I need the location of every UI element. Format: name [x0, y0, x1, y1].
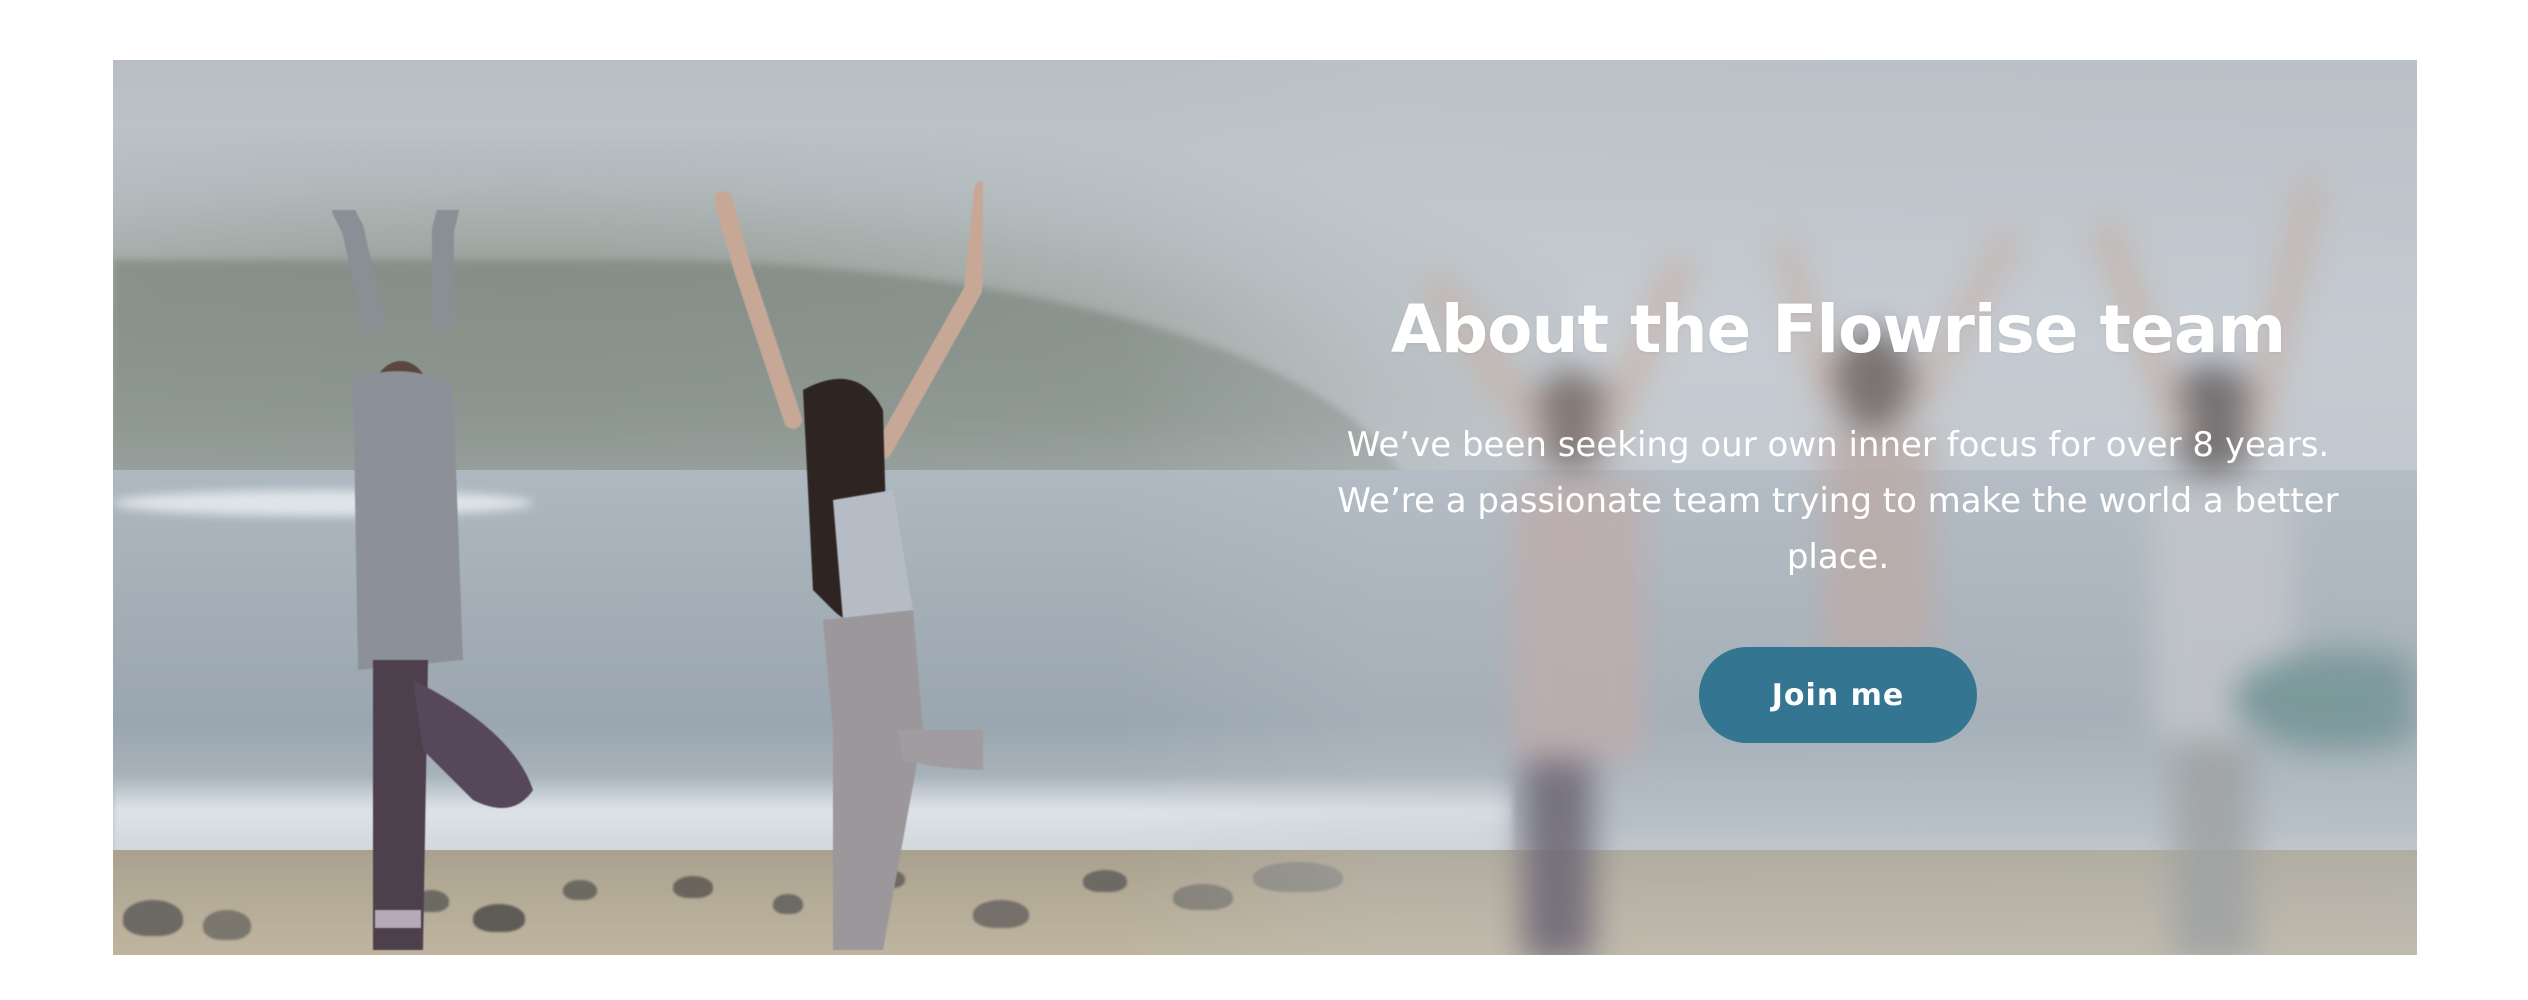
hero-description: We’ve been seeking our own inner focus f… — [1337, 425, 2339, 578]
hero-title: About the Flowrise team — [1390, 291, 2286, 368]
join-me-button[interactable]: Join me — [1699, 647, 1977, 744]
person-center-illustration — [714, 181, 983, 950]
hero-content: About the Flowrise team We’ve been seeki… — [1313, 290, 2363, 744]
person-left-illustration — [332, 210, 533, 950]
hero-banner: About the Flowrise team We’ve been seeki… — [113, 60, 2417, 955]
